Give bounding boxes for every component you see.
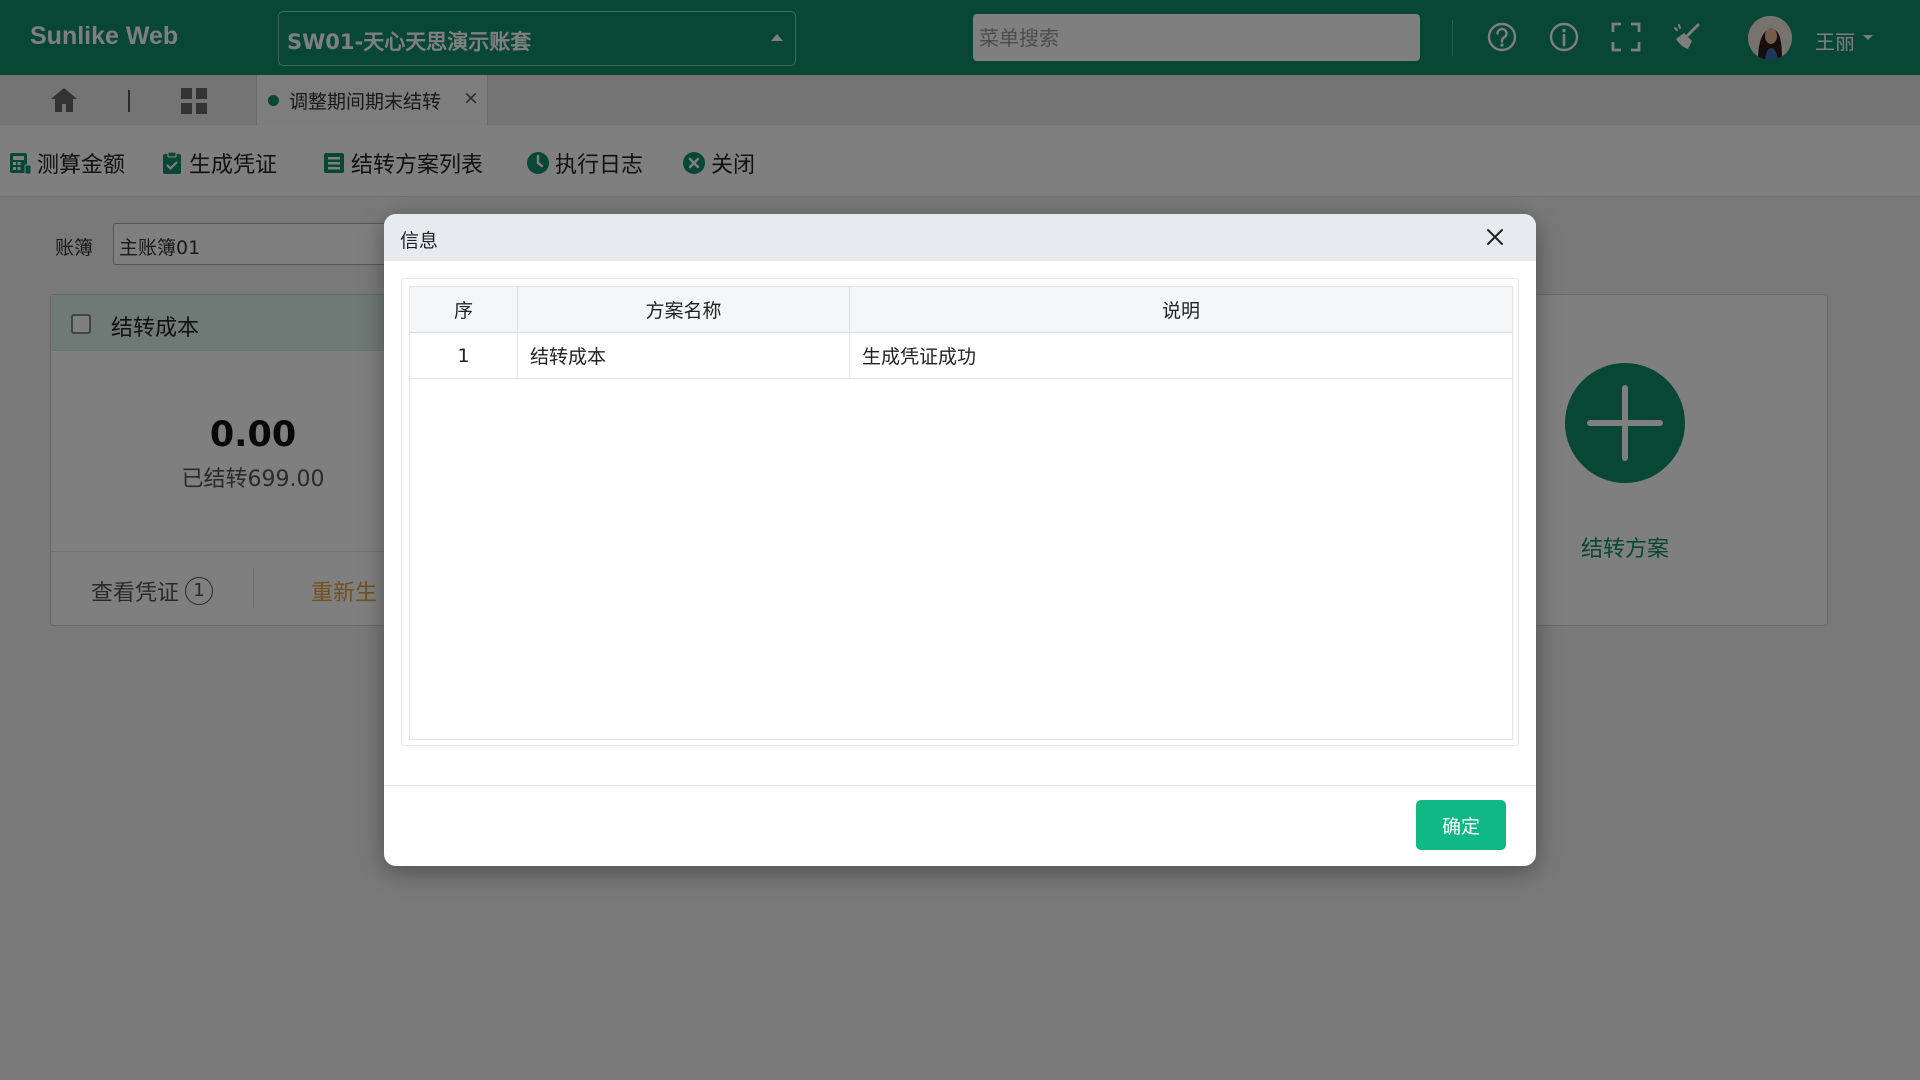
table-header-row: 序 方案名称 说明 bbox=[409, 286, 1513, 333]
cell-plan-name: 结转成本 bbox=[517, 332, 850, 379]
info-dialog: 信息 序 方案名称 说明 1 结转成本 生成凭证成功 确定 bbox=[384, 214, 1536, 866]
confirm-button[interactable]: 确定 bbox=[1416, 800, 1506, 850]
cell-description: 生成凭证成功 bbox=[849, 332, 1513, 379]
dialog-header: 信息 bbox=[384, 214, 1536, 261]
dialog-footer-divider bbox=[384, 785, 1536, 786]
column-header-no: 序 bbox=[409, 286, 518, 333]
result-grid-container: 序 方案名称 说明 1 结转成本 生成凭证成功 bbox=[401, 278, 1519, 746]
table-row[interactable]: 1 结转成本 生成凭证成功 bbox=[409, 332, 1513, 379]
cell-no: 1 bbox=[409, 332, 518, 379]
column-header-description: 说明 bbox=[849, 286, 1513, 333]
column-header-plan-name: 方案名称 bbox=[517, 286, 850, 333]
close-icon[interactable] bbox=[1482, 224, 1508, 250]
result-table: 序 方案名称 说明 1 结转成本 生成凭证成功 bbox=[409, 286, 1513, 379]
dialog-title: 信息 bbox=[400, 230, 439, 252]
